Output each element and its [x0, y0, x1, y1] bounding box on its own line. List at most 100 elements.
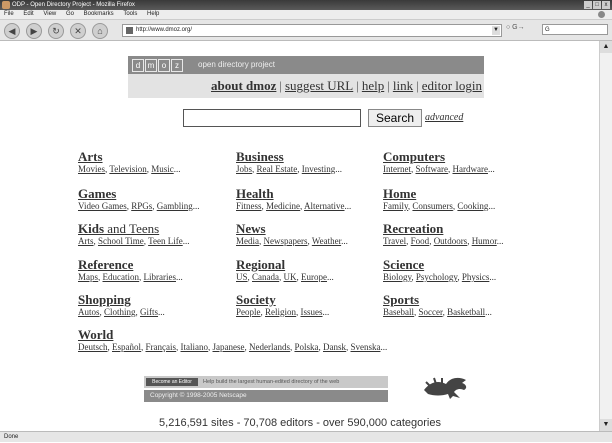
subcategory-link[interactable]: Television [109, 164, 146, 174]
subcategory-link[interactable]: Religion [265, 307, 296, 317]
subcategory-link[interactable]: Food [411, 236, 430, 246]
language-link[interactable]: Japanese [213, 342, 245, 352]
subcategory-link[interactable]: Baseball [383, 307, 414, 317]
subcategory-link[interactable]: Weather [312, 236, 341, 246]
search-input[interactable] [183, 109, 361, 127]
subcategory-link[interactable]: Fitness [236, 201, 262, 211]
subcategory-link[interactable]: Soccer [419, 307, 443, 317]
category-title[interactable]: Society [236, 292, 329, 307]
subcategory-link[interactable]: Alternative [304, 201, 344, 211]
go-button[interactable]: ○ G→ [506, 24, 525, 31]
language-link[interactable]: Dansk [323, 342, 346, 352]
subcategory-link[interactable]: Software [415, 164, 448, 174]
category-title[interactable]: Shopping [78, 292, 165, 307]
subcategory-link[interactable]: US [236, 272, 248, 282]
subcategory-link[interactable]: Physics [462, 272, 490, 282]
scroll-up-icon[interactable]: ▲ [600, 41, 612, 53]
subcategory-link[interactable]: UK [284, 272, 297, 282]
subcategory-link[interactable]: Basketball [447, 307, 485, 317]
category-title[interactable]: Recreation [383, 221, 503, 236]
subcategory-link[interactable]: Video Games [78, 201, 127, 211]
menu-bookmarks[interactable]: Bookmarks [84, 11, 114, 17]
stop-button[interactable]: ✕ [70, 23, 86, 39]
category-title[interactable]: Computers [383, 149, 495, 164]
subcategory-link[interactable]: Hardware [452, 164, 487, 174]
category-title-world[interactable]: World [78, 327, 387, 342]
category-title[interactable]: Reference [78, 257, 183, 272]
subcategory-link[interactable]: Europe [301, 272, 327, 282]
subcategory-link[interactable]: Libraries [144, 272, 176, 282]
back-button[interactable]: ◀ [4, 23, 20, 39]
menu-edit[interactable]: Edit [23, 11, 33, 17]
subcategory-link[interactable]: Medicine [266, 201, 300, 211]
search-button[interactable]: Search [368, 109, 422, 127]
subcategory-link[interactable]: Humor [472, 236, 497, 246]
vertical-scrollbar[interactable]: ▲ ▼ [599, 41, 612, 431]
home-button[interactable]: ⌂ [92, 23, 108, 39]
link-link[interactable]: link [393, 78, 413, 93]
subcategory-link[interactable]: Education [103, 272, 140, 282]
subcategory-link[interactable]: Arts [78, 236, 94, 246]
minimize-button[interactable]: _ [584, 1, 592, 9]
forward-button[interactable]: ▶ [26, 23, 42, 39]
category-title[interactable]: Sports [383, 292, 492, 307]
category-title[interactable]: Regional [236, 257, 334, 272]
close-button[interactable]: x [602, 1, 610, 9]
subcategory-link[interactable]: School Time [98, 236, 144, 246]
subcategory-link[interactable]: Newspapers [264, 236, 308, 246]
category-title[interactable]: Health [236, 186, 351, 201]
subcategory-link[interactable]: RPGs [131, 201, 152, 211]
subcategory-link[interactable]: Psychology [416, 272, 457, 282]
subcategory-link[interactable]: Music [151, 164, 174, 174]
maximize-button[interactable]: □ [593, 1, 601, 9]
subcategory-link[interactable]: Travel [383, 236, 406, 246]
advanced-search-link[interactable]: advanced [425, 112, 463, 123]
subcategory-link[interactable]: Family [383, 201, 408, 211]
language-link[interactable]: Italiano [181, 342, 209, 352]
address-dropdown-icon[interactable]: ▼ [492, 26, 500, 35]
language-link[interactable]: Español [112, 342, 141, 352]
subcategory-link[interactable]: Teen Life [148, 236, 183, 246]
category-title[interactable]: Home [383, 186, 495, 201]
subcategory-link[interactable]: Media [236, 236, 259, 246]
subcategory-link[interactable]: Movies [78, 164, 105, 174]
reload-button[interactable]: ↻ [48, 23, 64, 39]
subcategory-link[interactable]: Canada [252, 272, 279, 282]
subcategory-link[interactable]: Jobs [236, 164, 252, 174]
language-link[interactable]: Deutsch [78, 342, 108, 352]
subcategory-link[interactable]: Gambling [157, 201, 193, 211]
subcategory-link[interactable]: Gifts [140, 307, 158, 317]
search-bar[interactable]: G [542, 24, 608, 35]
subcategory-link[interactable]: Consumers [412, 201, 453, 211]
category-title[interactable]: Kids and Teens [78, 221, 189, 236]
category-title[interactable]: Arts [78, 149, 180, 164]
language-link[interactable]: Français [146, 342, 177, 352]
subcategory-link[interactable]: Outdoors [434, 236, 468, 246]
subcategory-link[interactable]: Autos [78, 307, 100, 317]
subcategory-link[interactable]: Investing [302, 164, 336, 174]
subcategory-link[interactable]: Real Estate [257, 164, 298, 174]
category-title[interactable]: News [236, 221, 348, 236]
language-link[interactable]: Polska [294, 342, 318, 352]
about-link[interactable]: about dmoz [211, 78, 276, 93]
category-title[interactable]: Business [236, 149, 342, 164]
subcategory-link[interactable]: Clothing [104, 307, 136, 317]
category-title[interactable]: Games [78, 186, 199, 201]
suggest-url-link[interactable]: suggest URL [285, 78, 353, 93]
menu-help[interactable]: Help [147, 11, 159, 17]
menu-view[interactable]: View [43, 11, 56, 17]
dmoz-logo[interactable]: d m o z [132, 59, 183, 72]
become-editor-button[interactable]: Become an Editor [146, 378, 198, 386]
menu-file[interactable]: File [4, 11, 14, 17]
subcategory-link[interactable]: People [236, 307, 261, 317]
subcategory-link[interactable]: Internet [383, 164, 411, 174]
address-bar[interactable]: http://www.dmoz.org/ ▼ [122, 24, 502, 37]
category-title[interactable]: Science [383, 257, 496, 272]
subcategory-link[interactable]: Biology [383, 272, 411, 282]
subcategory-link[interactable]: Maps [78, 272, 98, 282]
subcategory-link[interactable]: Cooking [457, 201, 488, 211]
subcategory-link[interactable]: Issues [301, 307, 323, 317]
editor-login-link[interactable]: editor login [422, 78, 482, 93]
menu-go[interactable]: Go [66, 11, 74, 17]
language-link[interactable]: Svenska [350, 342, 380, 352]
